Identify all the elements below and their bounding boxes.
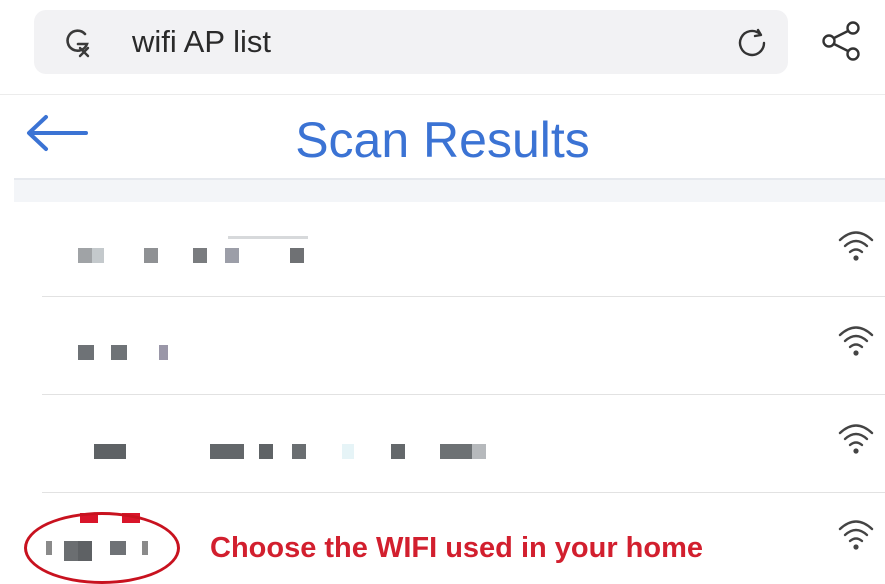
search-bar[interactable]: wifi AP list — [34, 10, 788, 74]
divider — [0, 94, 885, 95]
network-row[interactable] — [42, 297, 885, 394]
wifi-icon — [838, 231, 874, 261]
wifi-icon — [838, 424, 874, 454]
header-divider — [14, 178, 885, 202]
google-search-icon — [66, 29, 90, 58]
search-input[interactable]: wifi AP list — [132, 22, 271, 62]
network-row[interactable] — [42, 395, 885, 492]
refresh-icon[interactable] — [734, 25, 770, 61]
instruction-annotation: Choose the WIFI used in your home — [210, 532, 704, 564]
highlight-circle — [24, 512, 180, 584]
share-icon[interactable] — [820, 20, 864, 62]
page-title: Scan Results — [295, 112, 590, 168]
wifi-icon — [838, 520, 874, 550]
network-row[interactable] — [42, 202, 885, 299]
wifi-icon — [838, 326, 874, 356]
